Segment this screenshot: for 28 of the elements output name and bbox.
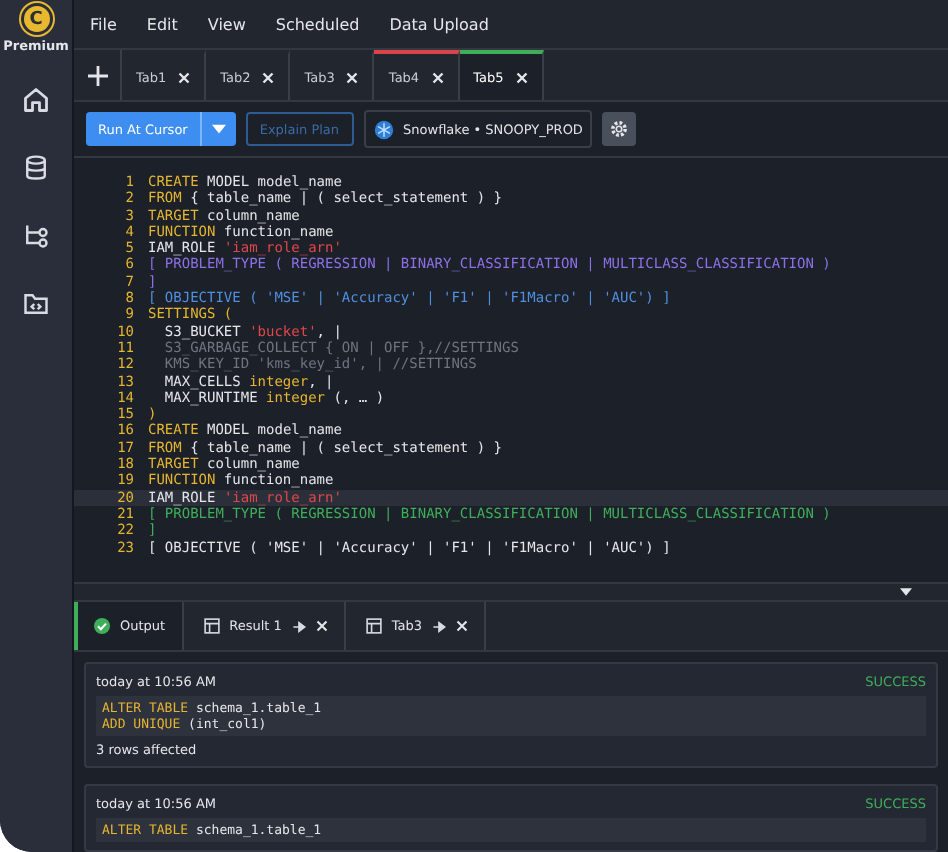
menu-item[interactable]: Edit [146,15,178,33]
menu-item[interactable]: File [90,15,117,33]
menu-item[interactable]: View [207,15,246,33]
plus-icon [87,65,107,85]
collapse-icon[interactable] [900,588,912,596]
gear-icon [608,118,631,140]
pin-icon[interactable] [432,619,447,633]
flow-icon[interactable] [22,222,50,250]
code-folder-icon[interactable] [22,290,50,318]
close-icon[interactable] [178,71,191,83]
close-icon[interactable] [262,71,275,83]
logo-icon: C [23,6,49,32]
home-icon[interactable] [22,86,50,114]
close-icon[interactable] [456,620,469,632]
caret-icon [211,124,226,134]
close-icon[interactable] [515,71,528,83]
menu-item[interactable]: Data Upload [389,15,489,33]
pin-icon[interactable] [291,619,306,633]
database-icon[interactable] [22,154,50,182]
menu-item[interactable]: Scheduled [275,15,360,33]
close-icon[interactable] [315,620,328,632]
close-icon[interactable] [346,71,359,83]
snowflake-icon [373,119,394,139]
settings-button[interactable] [602,112,637,146]
table-icon [365,618,382,634]
close-icon[interactable] [431,71,444,83]
check-icon [94,618,110,634]
table-icon [203,618,220,634]
